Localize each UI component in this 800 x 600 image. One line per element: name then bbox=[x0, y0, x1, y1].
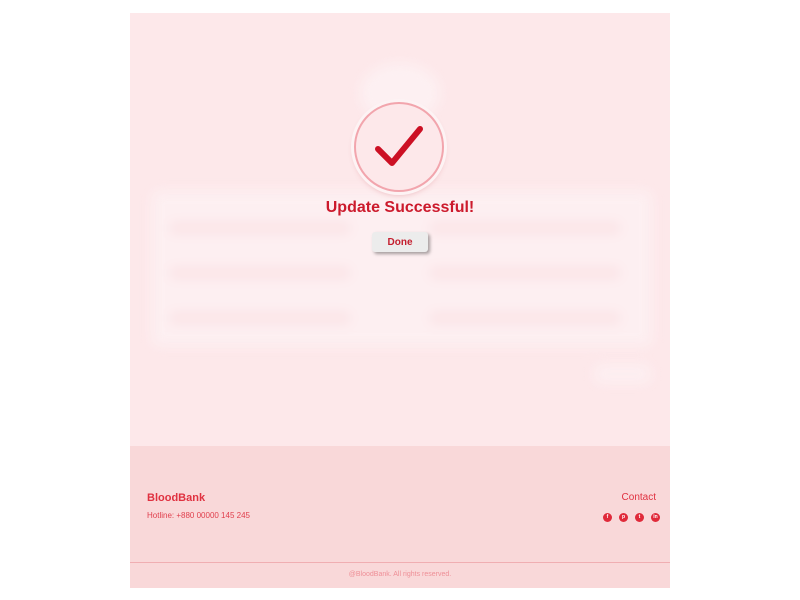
done-button[interactable]: Done bbox=[372, 232, 428, 252]
facebook-icon[interactable]: f bbox=[603, 513, 612, 522]
background-line bbox=[430, 223, 620, 233]
success-badge bbox=[354, 102, 444, 192]
app-frame: Update Successful! Done BloodBank Hotlin… bbox=[130, 13, 670, 588]
copyright-text: @BloodBank. All rights reserved. bbox=[348, 571, 452, 578]
linkedin-icon[interactable]: in bbox=[651, 513, 660, 522]
background-line bbox=[170, 268, 350, 278]
pinterest-icon[interactable]: p bbox=[619, 513, 628, 522]
background-button bbox=[595, 365, 650, 383]
twitter-icon[interactable]: t bbox=[635, 513, 644, 522]
footer-divider bbox=[130, 562, 670, 563]
success-title: Update Successful! bbox=[325, 199, 475, 216]
background-line bbox=[430, 268, 620, 278]
contact-link[interactable]: Contact bbox=[622, 492, 656, 503]
social-links: f p t in bbox=[603, 513, 660, 522]
background-line bbox=[170, 313, 350, 323]
footer-hotline: Hotline: +880 00000 145 245 bbox=[147, 511, 250, 520]
check-icon bbox=[375, 126, 423, 166]
background-line bbox=[170, 223, 350, 233]
footer-brand[interactable]: BloodBank bbox=[147, 492, 205, 504]
background-line bbox=[430, 313, 620, 323]
